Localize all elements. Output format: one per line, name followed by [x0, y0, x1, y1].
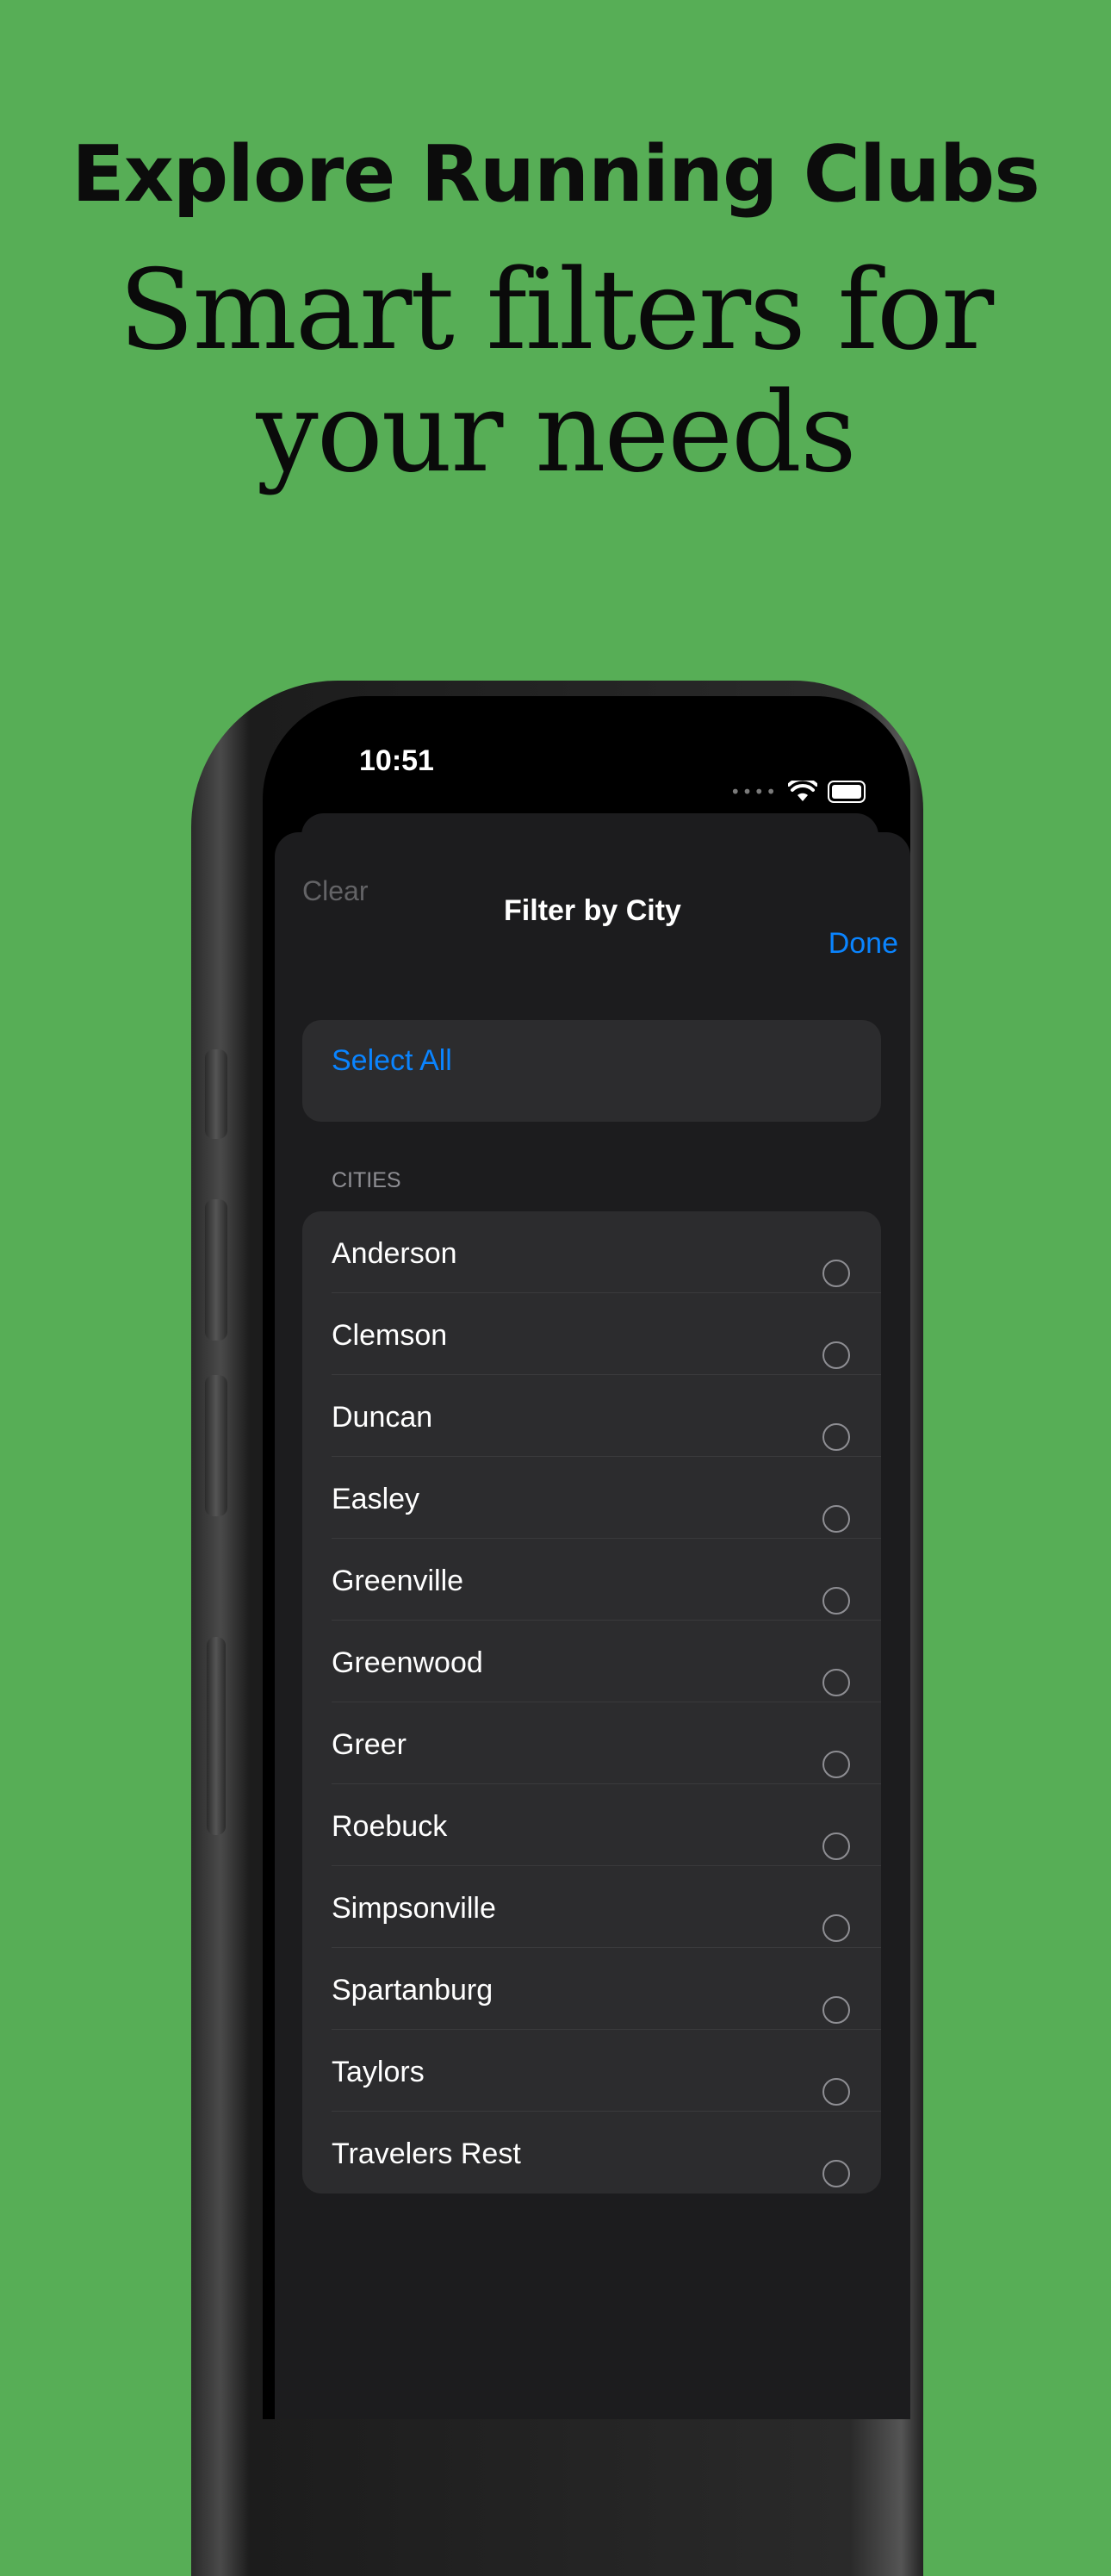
sim-tray: [207, 1637, 226, 1835]
subhead-line-1: Smart filters for: [118, 246, 994, 375]
city-label: Simpsonville: [332, 1892, 496, 1925]
radio-unchecked-icon[interactable]: [822, 1669, 850, 1696]
city-label: Greenwood: [332, 1646, 483, 1679]
filter-sheet: Clear Filter by City Done Select All CIT…: [275, 832, 910, 2419]
city-label: Taylors: [332, 2056, 425, 2088]
volume-down-button: [205, 1375, 227, 1516]
phone-screen: 10:51 •••• Clear Filter by City Done Sel…: [263, 696, 910, 2419]
subhead-line-2: your needs: [256, 369, 856, 497]
radio-unchecked-icon[interactable]: [822, 1751, 850, 1778]
city-row-easley[interactable]: Easley: [302, 1457, 881, 1539]
city-label: Travelers Rest: [332, 2137, 521, 2170]
radio-unchecked-icon[interactable]: [822, 1914, 850, 1942]
subheadline: Smart filters for your needs: [0, 250, 1111, 495]
city-label: Roebuck: [332, 1810, 448, 1843]
city-label: Greer: [332, 1728, 407, 1761]
radio-unchecked-icon[interactable]: [822, 1832, 850, 1860]
cities-list: Anderson Clemson Duncan Easley Greenvill: [302, 1211, 881, 2193]
nav-title: Filter by City: [504, 894, 681, 927]
select-all-label: Select All: [332, 1044, 452, 1077]
status-icons: ••••: [730, 781, 866, 803]
radio-unchecked-icon[interactable]: [822, 1260, 850, 1287]
status-time: 10:51: [359, 744, 434, 777]
radio-unchecked-icon[interactable]: [822, 1587, 850, 1615]
select-all-button[interactable]: Select All: [302, 1020, 881, 1122]
done-button[interactable]: Done: [829, 927, 898, 961]
city-label: Duncan: [332, 1401, 433, 1434]
action-button: [205, 1049, 227, 1139]
city-row-greenwood[interactable]: Greenwood: [302, 1621, 881, 1702]
city-row-greer[interactable]: Greer: [302, 1702, 881, 1784]
volume-up-button: [205, 1199, 227, 1341]
cities-section-header: CITIES: [332, 1168, 401, 1192]
battery-icon: [828, 781, 866, 803]
city-label: Clemson: [332, 1319, 448, 1352]
city-row-clemson[interactable]: Clemson: [302, 1293, 881, 1375]
wifi-icon: [788, 781, 817, 801]
radio-unchecked-icon[interactable]: [822, 1505, 850, 1533]
city-row-spartanburg[interactable]: Spartanburg: [302, 1948, 881, 2030]
city-row-taylors[interactable]: Taylors: [302, 2030, 881, 2112]
radio-unchecked-icon[interactable]: [822, 1341, 850, 1369]
signal-dots-icon: ••••: [729, 781, 778, 802]
city-row-duncan[interactable]: Duncan: [302, 1375, 881, 1457]
city-label: Easley: [332, 1483, 420, 1515]
city-row-anderson[interactable]: Anderson: [302, 1211, 881, 1293]
city-row-greenville[interactable]: Greenville: [302, 1539, 881, 1621]
city-row-travelers-rest[interactable]: Travelers Rest: [302, 2112, 881, 2193]
headline: Explore Running Clubs: [71, 129, 1040, 220]
radio-unchecked-icon[interactable]: [822, 2078, 850, 2106]
nav-bar: Clear Filter by City Done: [275, 832, 910, 960]
city-label: Anderson: [332, 1237, 457, 1270]
city-label: Greenville: [332, 1565, 464, 1597]
city-row-roebuck[interactable]: Roebuck: [302, 1784, 881, 1866]
city-row-simpsonville[interactable]: Simpsonville: [302, 1866, 881, 1948]
city-label: Spartanburg: [332, 1974, 493, 2007]
radio-unchecked-icon[interactable]: [822, 1996, 850, 2024]
radio-unchecked-icon[interactable]: [822, 1423, 850, 1451]
radio-unchecked-icon[interactable]: [822, 2160, 850, 2187]
